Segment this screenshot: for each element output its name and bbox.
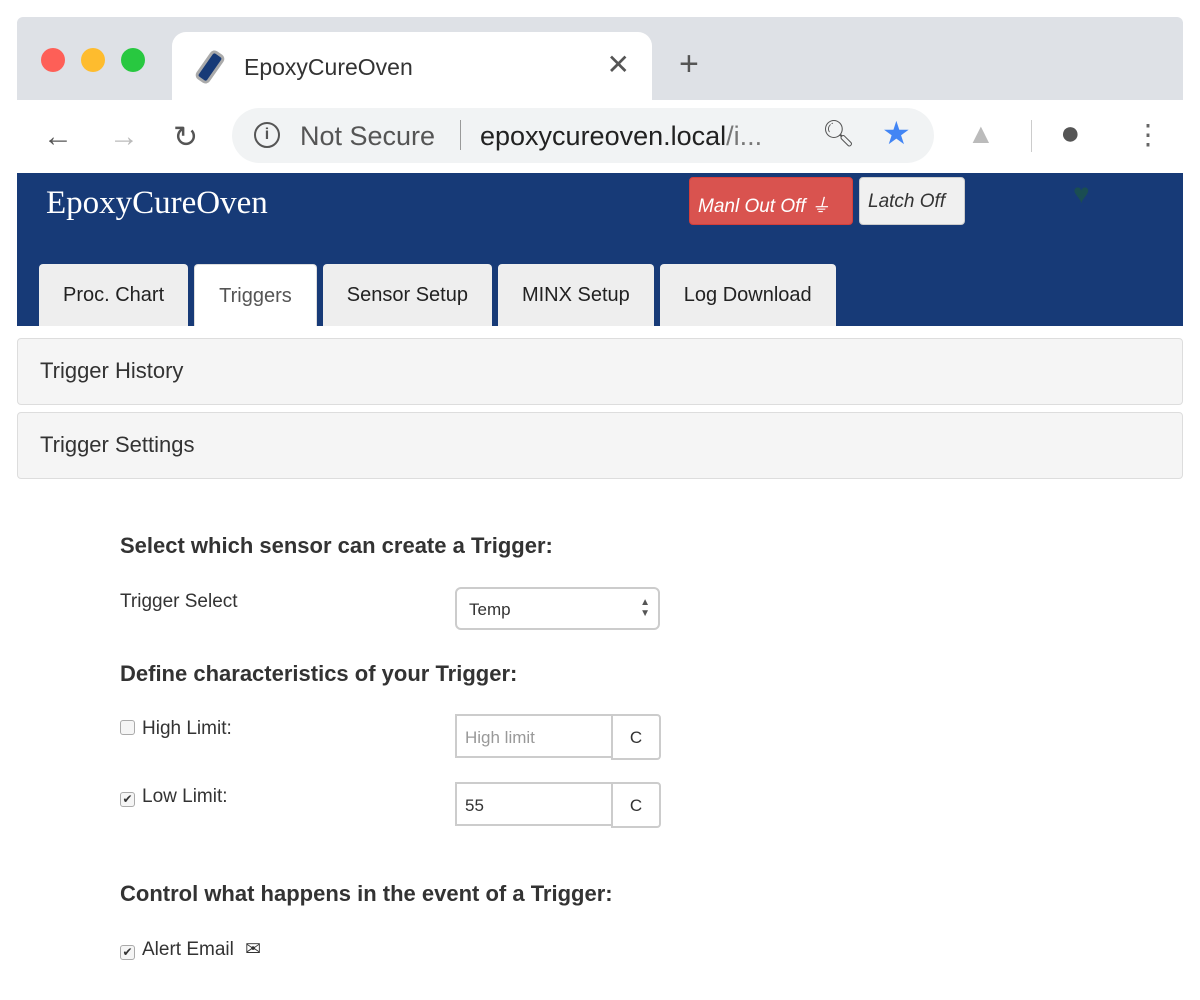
menu-icon[interactable]: ⋮: [1134, 118, 1162, 151]
trigger-select[interactable]: Temp ▲ ▼: [455, 587, 660, 630]
manual-out-label: Manl Out Off: [698, 196, 806, 217]
info-icon[interactable]: i: [254, 122, 280, 148]
back-icon[interactable]: ←: [43, 120, 73, 154]
profile-icon[interactable]: ●: [1060, 114, 1081, 153]
not-secure-label: Not Secure: [300, 121, 436, 151]
tab-sensor-setup[interactable]: Sensor Setup: [322, 264, 492, 326]
trigger-settings-panel[interactable]: Trigger Settings: [17, 412, 1183, 479]
define-trigger-heading: Define characteristics of your Trigger:: [120, 661, 518, 686]
bookmark-star-icon[interactable]: ★: [882, 114, 911, 152]
manual-out-button[interactable]: Manl Out Off ⏚: [689, 177, 853, 225]
low-limit-unit: C: [611, 782, 661, 828]
envelope-icon: ✉: [245, 939, 262, 960]
select-arrows-icon: ▲ ▼: [640, 597, 650, 619]
low-limit-input[interactable]: 55: [455, 782, 611, 826]
tab-strip: EpoxyCureOven ✕ +: [17, 17, 1183, 100]
browser-window: EpoxyCureOven ✕ + ← → ↻ i Not Secure epo…: [17, 17, 1183, 1000]
favicon-icon: [193, 48, 227, 86]
zoom-out-icon[interactable]: 🔍︎: [822, 118, 855, 149]
low-limit-label: Low Limit:: [142, 786, 228, 807]
app-brand[interactable]: EpoxyCureOven: [46, 185, 268, 222]
minimize-window-button[interactable]: [81, 48, 105, 72]
address-bar[interactable]: i Not Secure epoxycureoven.local/i... 🔍︎…: [232, 108, 934, 163]
divider: [460, 120, 461, 150]
close-window-button[interactable]: [41, 48, 65, 72]
latch-label: Latch Off: [868, 191, 946, 212]
new-tab-icon[interactable]: +: [679, 45, 699, 84]
alert-email-label: Alert Email: [142, 939, 234, 960]
url-host: epoxycureoven.local: [480, 121, 727, 151]
trigger-history-panel[interactable]: Trigger History: [17, 338, 1183, 405]
app-navbar: EpoxyCureOven Manl Out Off ⏚ Latch Off ♥…: [17, 173, 1183, 326]
browser-tab[interactable]: EpoxyCureOven ✕: [172, 32, 652, 100]
tab-proc-chart[interactable]: Proc. Chart: [39, 264, 189, 326]
high-limit-label: High Limit:: [142, 718, 232, 739]
high-limit-checkbox[interactable]: [120, 720, 135, 735]
forward-icon[interactable]: →: [109, 120, 139, 154]
high-limit-unit: C: [611, 714, 661, 760]
tab-log-download[interactable]: Log Download: [659, 264, 836, 326]
app-tabs: Proc. Chart Triggers Sensor Setup MINX S…: [39, 264, 836, 326]
high-limit-input[interactable]: High limit: [455, 714, 611, 758]
divider: [1031, 120, 1032, 152]
tab-minx-setup[interactable]: MINX Setup: [497, 264, 654, 326]
browser-toolbar: ← → ↻ i Not Secure epoxycureoven.local/i…: [17, 100, 1183, 173]
reload-icon[interactable]: ↻: [173, 120, 198, 155]
trigger-select-value: Temp: [469, 600, 511, 619]
plug-icon: ⏚: [810, 196, 830, 217]
select-sensor-heading: Select which sensor can create a Trigger…: [120, 533, 553, 558]
browser-tab-title: EpoxyCureOven: [244, 54, 413, 80]
latch-button[interactable]: Latch Off: [859, 177, 965, 225]
drive-icon[interactable]: ▲: [967, 118, 995, 150]
low-limit-checkbox[interactable]: ✔: [120, 792, 135, 807]
trigger-select-label: Trigger Select: [120, 591, 238, 612]
tab-triggers[interactable]: Triggers: [194, 264, 317, 326]
control-trigger-heading: Control what happens in the event of a T…: [120, 881, 613, 906]
url-path: /i...: [726, 121, 763, 151]
heart-icon: ♥: [1073, 178, 1090, 209]
maximize-window-button[interactable]: [121, 48, 145, 72]
alert-email-checkbox[interactable]: ✔: [120, 945, 135, 960]
close-tab-icon[interactable]: ✕: [607, 48, 630, 81]
url-text[interactable]: epoxycureoven.local/i...: [480, 121, 762, 152]
